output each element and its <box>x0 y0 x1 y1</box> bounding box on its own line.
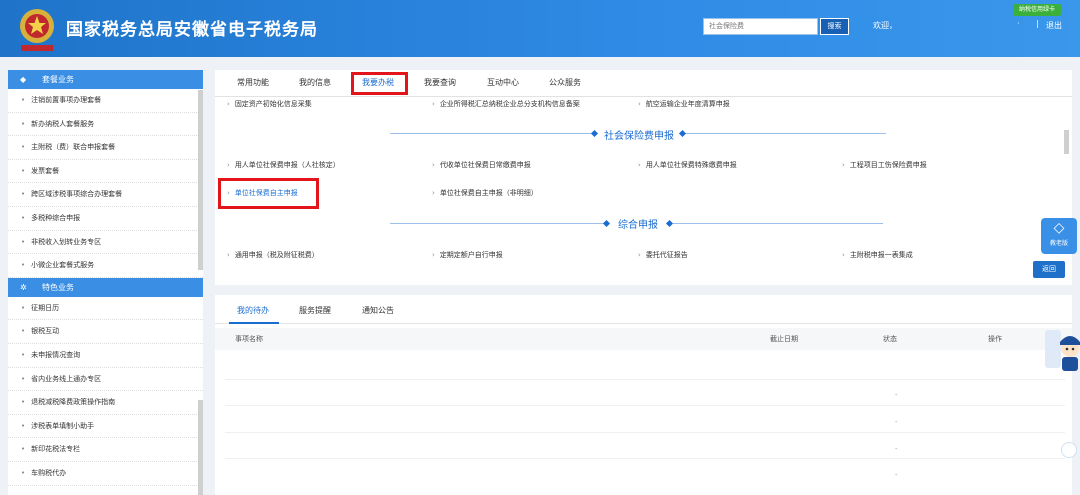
todo-panel: 我的待办 服务提醒 通知公告 事项名称 截止日期 状态 操作 - - - - <box>215 295 1072 495</box>
table-row-divider <box>225 405 1065 406</box>
sidebar-item[interactable]: 发票套餐 <box>8 160 203 184</box>
tab-my-info[interactable]: 我的信息 <box>299 77 331 88</box>
table-row-divider <box>225 432 1065 433</box>
back-button[interactable]: 返回 <box>1033 261 1065 278</box>
service-link[interactable]: 企业所得税汇总纳税企业总分支机构信息备案 <box>432 99 580 109</box>
sidebar-item[interactable]: 车购税代办 <box>8 462 203 486</box>
service-link[interactable]: 固定资产初始化信息采集 <box>227 99 312 109</box>
section-title-social: 社会保险费申报 <box>604 131 674 142</box>
service-link[interactable]: 航空运输企业年度清算申报 <box>638 99 730 109</box>
service-link[interactable]: 委托代征报告 <box>638 250 688 260</box>
tab-public-service[interactable]: 公众服务 <box>549 77 581 88</box>
header-separator: | <box>1036 19 1039 28</box>
tab-interaction[interactable]: 互动中心 <box>487 77 519 88</box>
tax-emblem-logo <box>20 9 54 51</box>
services-panel: 常用功能 我的信息 我要办税 我要查询 互动中心 公众服务 固定资产初始化信息采… <box>215 70 1072 285</box>
sidebar-item[interactable]: 退税减税降费政策操作指南 <box>8 391 203 415</box>
sidebar-scrollbar[interactable] <box>198 90 203 270</box>
welcome-text: 欢迎， <box>873 21 897 30</box>
main-tabs: 常用功能 我的信息 我要办税 我要查询 互动中心 公众服务 <box>215 70 1072 97</box>
sidebar-item[interactable]: 新办纳税人套餐服务 <box>8 113 203 137</box>
divider-diamond <box>602 219 611 228</box>
section-divider <box>390 223 605 224</box>
table-header: 事项名称 截止日期 状态 操作 <box>215 328 1072 350</box>
search-input[interactable] <box>703 18 818 35</box>
stack-icon: ◆ <box>20 75 27 84</box>
active-tab-indicator <box>229 322 279 324</box>
section-divider <box>686 133 886 134</box>
service-link[interactable]: 通用申报（税及附征税费） <box>227 250 319 260</box>
sidebar-item[interactable]: 涉税表单填制小助手 <box>8 415 203 439</box>
tab-common[interactable]: 常用功能 <box>237 77 269 88</box>
sidebar-item[interactable]: 注销前置事项办理套餐 <box>8 89 203 113</box>
divider-diamond <box>665 219 674 228</box>
sidebar-item[interactable]: 征期日历 <box>8 297 203 321</box>
sidebar-item[interactable]: 主附税（费）联合申报套餐 <box>8 136 203 160</box>
sidebar-item[interactable]: 跨区域涉税事项综合办理套餐 <box>8 183 203 207</box>
tab-notice[interactable]: 通知公告 <box>362 305 394 316</box>
tab-service-reminder[interactable]: 服务提醒 <box>299 305 331 316</box>
table-row-divider <box>225 458 1065 459</box>
credit-badge[interactable]: 纳税信用绿卡 <box>1013 4 1061 16</box>
sidebar: ◆套餐业务 注销前置事项办理套餐 新办纳税人套餐服务 主附税（费）联合申报套餐 … <box>8 70 203 495</box>
section-title-comprehensive: 综合申报 <box>618 220 658 231</box>
column-header-name: 事项名称 <box>235 335 263 343</box>
status-dash: - <box>895 445 898 453</box>
section-divider <box>390 133 595 134</box>
service-link[interactable]: 代收单位社保费日常缴费申报 <box>432 160 531 170</box>
service-link[interactable]: 工程项目工伤保险费申报 <box>842 160 927 170</box>
service-link[interactable]: 定期定额户自行申报 <box>432 250 503 260</box>
sidebar-item[interactable]: 未申报情况查询 <box>8 344 203 368</box>
sidebar-item[interactable]: 银税互动 <box>8 320 203 344</box>
service-link[interactable]: 用人单位社保费特殊缴费申报 <box>638 160 737 170</box>
sidebar-section-featured[interactable]: ✲ 特色业务 <box>8 277 203 297</box>
sidebar-section-package[interactable]: ◆ 套餐业务 <box>8 70 203 89</box>
column-header-action: 操作 <box>988 335 1002 343</box>
sidebar-item[interactable]: 非税收入划转业务专区 <box>8 231 203 255</box>
eye-care-icon[interactable] <box>1061 442 1077 458</box>
header-bar: 国家税务总局安徽省电子税务局 搜索 欢迎， 纳税信用绿卡 · | 退出 <box>0 0 1080 57</box>
table-row-divider <box>225 379 1065 380</box>
service-link[interactable]: 用人单位社保费申报（人社核定） <box>227 160 340 170</box>
status-dash: - <box>895 418 898 426</box>
column-header-status: 状态 <box>883 335 897 343</box>
tab-my-todo[interactable]: 我的待办 <box>237 305 269 316</box>
sidebar-item[interactable]: 新印花税法专栏 <box>8 438 203 462</box>
panel-scrollbar[interactable] <box>1064 130 1069 154</box>
logout-link[interactable]: 退出 <box>1046 20 1062 31</box>
diamond-icon: ◇ <box>1053 220 1065 236</box>
tab-query[interactable]: 我要查询 <box>424 77 456 88</box>
divider-diamond <box>590 129 599 138</box>
old-version-label: 教老版 <box>1049 240 1068 247</box>
column-header-deadline: 截止日期 <box>770 335 798 343</box>
search-button[interactable]: 搜索 <box>820 18 849 35</box>
highlight-box-tab <box>351 72 408 95</box>
assistant-mascot-icon[interactable] <box>1043 328 1080 373</box>
sidebar-item[interactable]: 多税种综合申报 <box>8 207 203 231</box>
tab-baseline <box>215 323 1072 324</box>
sidebar-scrollbar-lower[interactable] <box>198 400 203 495</box>
service-link[interactable]: 单位社保费自主申报（非明细） <box>432 188 538 198</box>
sidebar-section-title: 特色业务 <box>42 282 74 292</box>
divider-diamond <box>678 129 687 138</box>
section-divider <box>673 223 883 224</box>
sidebar-item[interactable]: 小微企业套餐式服务 <box>8 254 203 278</box>
highlight-box-service <box>218 178 319 209</box>
sidebar-section-title: 套餐业务 <box>42 75 74 84</box>
grid-icon: ✲ <box>20 282 27 292</box>
site-title: 国家税务总局安徽省电子税务局 <box>66 20 318 40</box>
status-dash: - <box>895 471 898 479</box>
sidebar-item[interactable]: 省内业务线上通办专区 <box>8 368 203 392</box>
header-dot: · <box>1017 19 1020 28</box>
status-dash: - <box>895 391 898 399</box>
old-version-button[interactable]: ◇ 教老版 <box>1041 218 1077 254</box>
service-link[interactable]: 主附税申报一表集成 <box>842 250 913 260</box>
